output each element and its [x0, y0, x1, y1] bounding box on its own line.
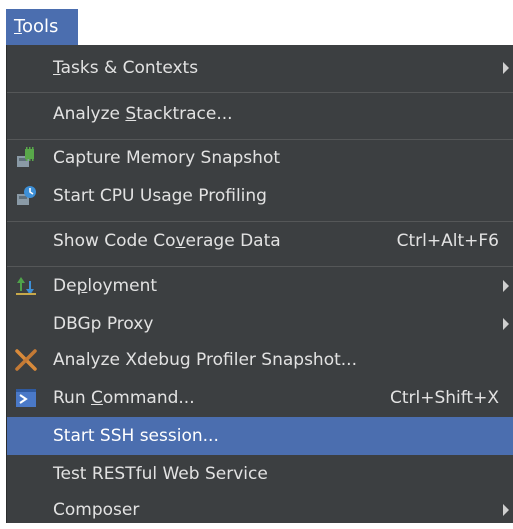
menu-item-start-ssh-session[interactable]: Start SSH session...: [7, 417, 513, 455]
menu-item-analyze-stacktrace[interactable]: Analyze Stacktrace...: [7, 95, 513, 133]
menu-item-capture-memory-snapshot[interactable]: Capture Memory Snapshot: [7, 139, 513, 177]
terminal-icon: [16, 389, 36, 407]
menu-tools[interactable]: Tools: [6, 9, 78, 45]
menu-item-start-cpu-profiling[interactable]: Start CPU Usage Profiling: [7, 177, 513, 215]
submenu-arrow-icon: [503, 318, 509, 330]
menu-item-label: DBGp Proxy: [53, 314, 154, 334]
menu-item-label: Run Command...: [53, 388, 195, 408]
menu-item-label: Start CPU Usage Profiling: [53, 186, 267, 206]
menu-item-deployment[interactable]: Deployment: [7, 267, 513, 305]
menu-item-shortcut: Ctrl+Shift+X: [389, 388, 499, 408]
deployment-icon: [16, 277, 36, 295]
submenu-arrow-icon: [503, 280, 509, 292]
menu-item-label: Tasks & Contexts: [53, 58, 199, 78]
menu-item-analyze-xdebug[interactable]: Analyze Xdebug Profiler Snapshot...: [7, 341, 513, 379]
menu-item-label: Composer: [53, 500, 140, 520]
memory-snapshot-icon: [17, 147, 34, 167]
menu-item-label: Analyze Xdebug Profiler Snapshot...: [53, 350, 357, 370]
menu-item-show-code-coverage[interactable]: Show Code Coverage Data Ctrl+Alt+F6: [7, 222, 513, 260]
menu-item-shortcut: Ctrl+Alt+F6: [396, 231, 499, 251]
menu-item-label: Deployment: [53, 276, 158, 296]
menu-item-label: Capture Memory Snapshot: [53, 148, 281, 168]
menu-item-test-restful[interactable]: Test RESTful Web Service: [7, 455, 513, 493]
menu-bar: Tools: [0, 0, 513, 45]
menu-item-label: Analyze Stacktrace...: [53, 104, 233, 124]
menu-item-run-command[interactable]: Run Command... Ctrl+Shift+X: [7, 379, 513, 417]
submenu-arrow-icon: [503, 62, 509, 74]
xdebug-icon: [15, 349, 37, 371]
menu-item-dbgp-proxy[interactable]: DBGp Proxy: [7, 305, 513, 343]
separator: [7, 92, 513, 93]
menu-tools-mnemonic: T: [14, 16, 22, 37]
menu-item-label: Start SSH session...: [53, 426, 219, 446]
tools-dropdown-menu: Tasks & Contexts Analyze Stacktrace... C…: [6, 45, 513, 523]
cpu-profiling-icon: [17, 186, 36, 205]
menu-item-composer[interactable]: Composer: [7, 491, 513, 529]
submenu-arrow-icon: [503, 504, 509, 516]
menu-item-label: Show Code Coverage Data: [53, 231, 281, 251]
menu-tools-label: ools: [21, 16, 59, 37]
menu-item-tasks-contexts[interactable]: Tasks & Contexts: [7, 49, 513, 87]
menu-item-label: Test RESTful Web Service: [53, 464, 268, 484]
